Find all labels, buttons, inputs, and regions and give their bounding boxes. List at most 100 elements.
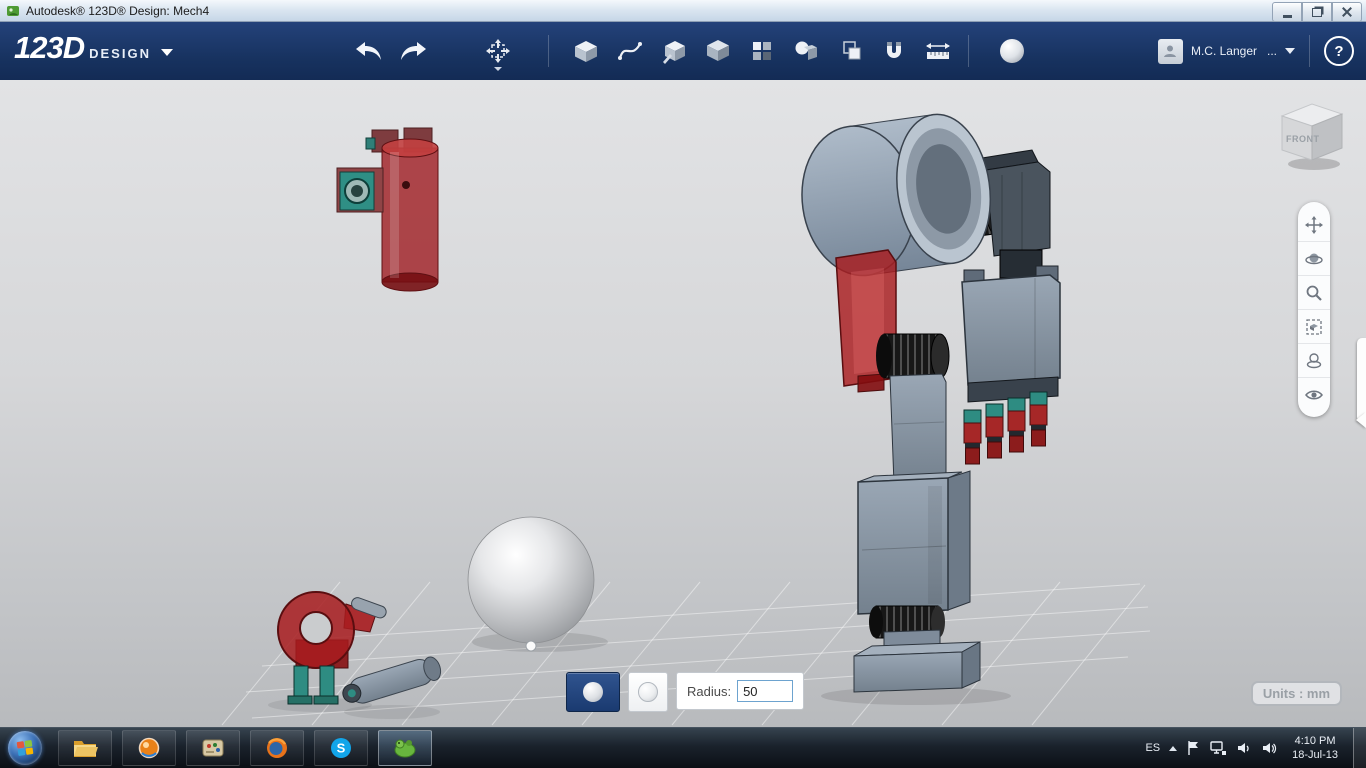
restore-icon [1312, 7, 1322, 17]
user-avatar[interactable] [1157, 38, 1183, 64]
volume-icon[interactable] [1236, 740, 1252, 756]
model-sphere-primitive[interactable] [467, 516, 608, 652]
pan-icon [1305, 215, 1323, 234]
action-center-flag-icon[interactable] [1186, 740, 1200, 756]
camera-attachment[interactable] [336, 167, 384, 213]
primitives-cube-icon [575, 41, 597, 62]
fit-view-button[interactable] [1298, 309, 1330, 343]
window-titlebar: Autodesk® 123D® Design: Mech4 [0, 0, 1366, 22]
construct-menu-button[interactable] [654, 29, 694, 73]
zoom-button[interactable] [1298, 275, 1330, 309]
start-button[interactable] [8, 731, 42, 765]
grouping-menu-button[interactable] [786, 29, 826, 73]
right-edge-arrow-icon[interactable] [1356, 412, 1366, 428]
snap-button[interactable] [874, 29, 914, 73]
camera-views-icon [1306, 352, 1322, 368]
palette-app-button[interactable] [186, 730, 240, 766]
hollow-sphere-icon [638, 682, 658, 702]
measure-button[interactable] [918, 29, 958, 73]
transform-move-icon [486, 39, 510, 63]
transform-dropdown-icon [494, 67, 502, 71]
view-navigation-bar [1298, 202, 1330, 417]
undo-icon [356, 42, 381, 60]
windows-flag-icon [16, 740, 34, 756]
logo-design-text: DESIGN [89, 46, 151, 61]
123d-gecko-icon [394, 739, 416, 758]
pan-button[interactable] [1298, 208, 1330, 241]
window-title: Autodesk® 123D® Design: Mech4 [26, 3, 210, 18]
skype-letter: S [337, 741, 346, 756]
modify-menu-button[interactable] [698, 29, 738, 73]
firefox-app-button[interactable] [250, 730, 304, 766]
folder-icon [74, 741, 98, 757]
help-button[interactable]: ? [1324, 36, 1354, 66]
restore-button[interactable] [1302, 2, 1332, 22]
media-player-icon [138, 737, 160, 759]
solid-sphere-icon [583, 682, 603, 702]
camera-views-button[interactable] [1298, 343, 1330, 377]
123d-design-app-button[interactable] [378, 730, 432, 766]
radius-input[interactable] [737, 680, 794, 702]
help-question-label: ? [1334, 42, 1344, 60]
sphere-solid-button[interactable] [566, 672, 620, 712]
redo-button[interactable] [394, 29, 434, 73]
sphere-grip-point[interactable] [525, 640, 537, 652]
toolbar-separator [1309, 35, 1310, 67]
logo-123d-text: 123D [14, 30, 85, 65]
visibility-button[interactable] [1298, 377, 1330, 411]
model-capsule-part[interactable] [339, 654, 443, 719]
app-window-icon [6, 4, 20, 18]
combine-cubes-icon [843, 41, 861, 60]
sphere-tool-icon [1000, 39, 1024, 63]
user-name-ellipsis: ... [1266, 44, 1277, 58]
media-player-app-button[interactable] [122, 730, 176, 766]
scene-canvas[interactable] [0, 80, 1366, 728]
toolbar-separator [548, 35, 549, 67]
orbit-button[interactable] [1298, 241, 1330, 275]
close-button[interactable] [1332, 2, 1362, 22]
eye-icon [1305, 390, 1323, 399]
show-desktop-button[interactable] [1353, 728, 1366, 768]
redo-icon [401, 42, 426, 60]
main-toolbar: 123D DESIGN M.C. Langer ... ? [0, 22, 1366, 81]
minimize-button[interactable] [1272, 2, 1302, 22]
transform-button[interactable] [478, 29, 518, 73]
speaker-device-icon[interactable] [1261, 740, 1277, 756]
user-name-label[interactable]: M.C. Langer [1191, 44, 1257, 58]
viewcube[interactable]: FRONT [1268, 92, 1352, 176]
pattern-menu-button[interactable] [742, 29, 782, 73]
primitives-menu-button[interactable] [566, 29, 606, 73]
network-icon[interactable] [1209, 740, 1227, 756]
hidden-icons-chevron-icon[interactable] [1169, 745, 1178, 751]
right-edge-scroll-tab[interactable] [1357, 338, 1366, 422]
person-icon [1164, 45, 1177, 57]
sketch-curve-icon [618, 42, 642, 60]
window-controls [1272, 2, 1362, 22]
magnet-icon [887, 42, 901, 58]
viewport-3d[interactable]: FRONT Radius: 50 Units: mm [0, 80, 1366, 728]
app-menu-chevron-icon[interactable] [160, 49, 173, 56]
taskbar-clock[interactable]: 4:10 PM 18-Jul-13 [1292, 734, 1338, 763]
part-shadow [344, 705, 440, 719]
radius-label: Radius: [687, 683, 732, 699]
undo-button[interactable] [348, 29, 388, 73]
magnifier-icon [1306, 285, 1322, 301]
firefox-icon [267, 738, 287, 758]
modify-cube-icon [707, 40, 729, 61]
fit-view-icon [1306, 318, 1322, 335]
units-badge[interactable]: Units : mm [1250, 681, 1342, 706]
sphere-tool-button[interactable] [992, 29, 1032, 73]
explorer-app-button[interactable] [58, 730, 112, 766]
radius-panel: Radius: [676, 672, 805, 710]
minimize-icon [1282, 14, 1292, 18]
skype-app-button[interactable]: S [314, 730, 368, 766]
combine-menu-button[interactable] [830, 29, 870, 73]
sketch-menu-button[interactable] [610, 29, 650, 73]
model-red-cylinder[interactable] [336, 127, 439, 292]
language-indicator[interactable]: ES [1145, 742, 1160, 754]
user-menu-chevron-icon[interactable] [1285, 48, 1295, 54]
application-window: Autodesk® 123D® Design: Mech4 123D DESIG… [0, 0, 1366, 768]
ruler-icon [926, 43, 950, 59]
sphere-hollow-button[interactable] [628, 672, 668, 712]
clock-date: 18-Jul-13 [1292, 749, 1338, 761]
